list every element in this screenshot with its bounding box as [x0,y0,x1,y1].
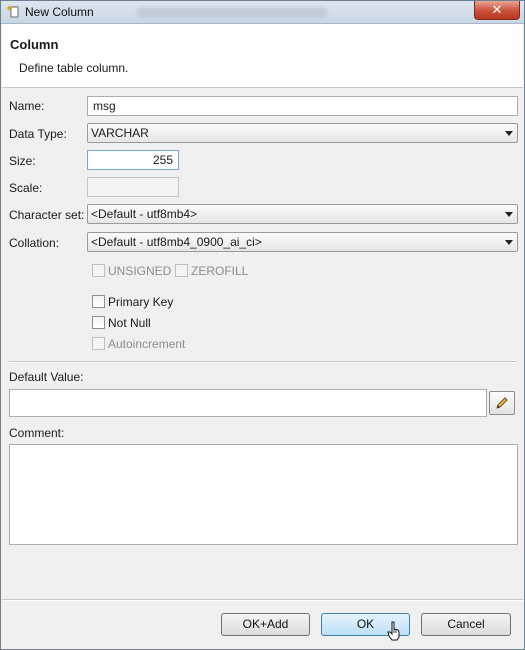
primary-key-label: Primary Key [108,295,174,309]
scale-label: Scale: [9,181,43,195]
size-input[interactable]: 255 [87,150,179,170]
chevron-down-icon [505,240,513,245]
chevron-down-icon [505,131,513,136]
mouse-pointer-icon [387,621,401,644]
size-label: Size: [9,154,36,168]
charset-label: Character set: [9,208,85,222]
checkbox-box [92,295,105,308]
zerofill-label: ZEROFILL [191,264,249,278]
checkbox-box [175,264,188,277]
checkbox-box [92,337,105,350]
name-label: Name: [9,99,45,113]
header-title: Column [10,37,59,52]
close-icon: ✕ [491,2,503,17]
title-bar: New Column ✕ [1,1,524,24]
blurred-connection-text [137,8,327,17]
chevron-down-icon [505,212,513,217]
close-button[interactable]: ✕ [474,1,520,20]
window-title: New Column [25,5,94,19]
comment-label: Comment: [9,426,65,440]
new-column-icon [6,4,21,18]
button-bar-separator [2,599,523,601]
unsigned-label: UNSIGNED [108,264,172,278]
data-type-select[interactable]: VARCHAR [87,123,518,143]
default-value-label: Default Value: [9,370,84,384]
charset-value: <Default - utf8mb4> [91,207,198,221]
data-type-value: VARCHAR [91,126,149,140]
collation-value: <Default - utf8mb4_0900_ai_ci> [91,235,262,249]
collation-select[interactable]: <Default - utf8mb4_0900_ai_ci> [87,232,518,252]
data-type-label: Data Type: [9,127,67,141]
edit-default-button[interactable] [489,391,515,415]
cancel-button[interactable]: Cancel [421,613,511,636]
ok-add-button[interactable]: OK+Add [221,613,310,636]
scale-input[interactable] [87,177,179,197]
checkbox-box [92,316,105,329]
header-description: Define table column. [19,61,129,75]
not-null-label: Not Null [108,316,151,330]
dialog-header: Column Define table column. [2,24,523,88]
comment-textarea[interactable] [9,444,518,545]
collation-label: Collation: [9,236,60,250]
new-column-dialog: New Column ✕ Column Define table column.… [0,0,525,650]
separator [9,361,517,363]
name-input[interactable]: msg [87,96,518,116]
autoincrement-label: Autoincrement [108,337,186,351]
default-value-input[interactable] [9,389,487,417]
charset-select[interactable]: <Default - utf8mb4> [87,204,518,224]
checkbox-box [92,264,105,277]
